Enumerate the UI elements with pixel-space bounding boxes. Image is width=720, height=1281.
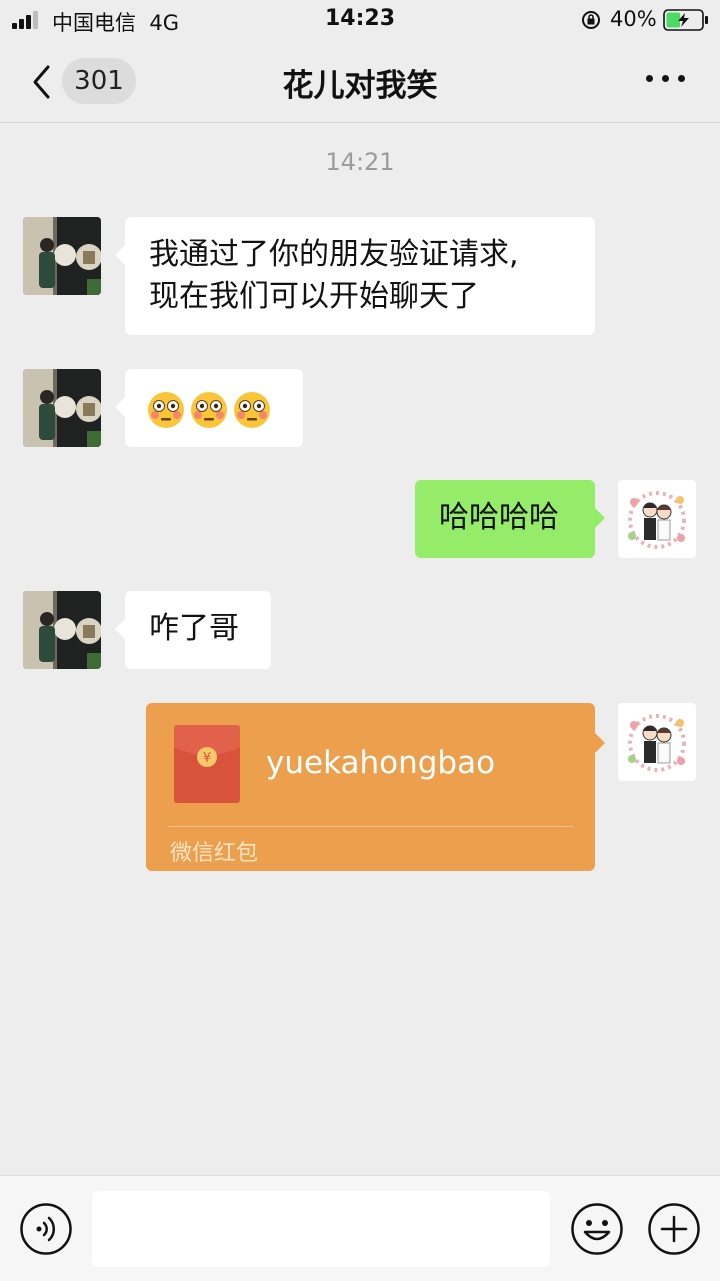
- message-bubble-self[interactable]: 哈哈哈哈: [415, 480, 605, 558]
- battery-percent: 40%: [610, 7, 657, 31]
- red-packet-label: 微信红包: [170, 841, 259, 866]
- smiley-icon[interactable]: [570, 1202, 624, 1256]
- chat-input-bar: [0, 1175, 720, 1281]
- battery-charging-icon: [663, 9, 708, 31]
- chat-timestamp: 14:21: [325, 148, 395, 176]
- message-bubble[interactable]: 咋了哥: [115, 591, 271, 669]
- divider: [168, 826, 573, 827]
- voice-icon[interactable]: [19, 1202, 73, 1256]
- status-bar: 中国电信 4G 14:23 40%: [0, 0, 720, 40]
- rotation-lock-icon: [582, 11, 600, 29]
- red-packet-title: yuekahongbao: [266, 745, 496, 781]
- chat-header: 301 花儿对我笑: [0, 40, 720, 123]
- self-avatar[interactable]: [618, 703, 696, 781]
- self-avatar[interactable]: [618, 480, 696, 558]
- chat-title: 花儿对我笑: [282, 68, 438, 104]
- message-text: 现在我们可以开始聊天了: [149, 279, 479, 314]
- message-text: 哈哈哈哈: [439, 500, 559, 535]
- flushed-face-icon: [234, 391, 270, 428]
- plus-icon[interactable]: [647, 1202, 701, 1256]
- svg-text:¥: ¥: [203, 751, 211, 766]
- flushed-face-icon: [148, 391, 184, 428]
- red-envelope-icon: ¥: [174, 725, 240, 803]
- message-text: 咋了哥: [149, 611, 239, 646]
- message-bubble[interactable]: 我通过了你的朋友验证请求, 现在我们可以开始聊天了: [115, 217, 595, 335]
- contact-avatar[interactable]: [23, 369, 101, 447]
- message-input[interactable]: [92, 1191, 550, 1267]
- contact-avatar[interactable]: [23, 217, 101, 295]
- flushed-face-icon: [191, 391, 227, 428]
- message-text: 我通过了你的朋友验证请求,: [149, 237, 519, 272]
- emoji-message-bubble[interactable]: [115, 369, 303, 447]
- red-packet-message[interactable]: ¥ yuekahongbao 微信红包: [146, 703, 605, 871]
- ellipsis-icon[interactable]: [646, 75, 686, 87]
- contact-avatar[interactable]: [23, 591, 101, 669]
